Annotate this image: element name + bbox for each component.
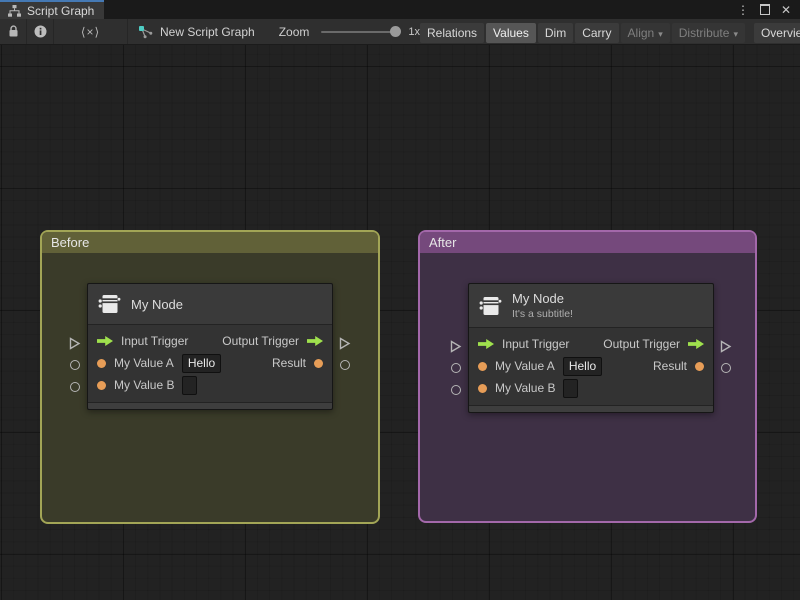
align-label: Align <box>627 25 655 40</box>
align-menu[interactable]: Align ▾ <box>620 22 670 43</box>
graph-name-label: New Script Graph <box>160 24 255 39</box>
flow-output-port[interactable] <box>307 336 323 346</box>
value-input-port[interactable] <box>97 358 106 368</box>
port-row-value-a: My Value A Hello Result <box>97 352 323 374</box>
node-my-node-before[interactable]: My Node Input Trigger Output Trigger My … <box>69 283 351 410</box>
close-icon[interactable]: ✕ <box>781 4 791 16</box>
script-graph-window: Script Graph ⋮ ✕ ⟨×⟩ New Script Graph Zo… <box>0 0 800 600</box>
dim-button[interactable]: Dim <box>537 22 574 43</box>
node-my-node-after[interactable]: My Node It's a subtitle! Input Trigger O… <box>450 283 732 413</box>
chevron-down-icon: ▾ <box>733 28 738 39</box>
external-flow-input[interactable] <box>450 340 462 353</box>
value-output-port[interactable] <box>695 361 704 371</box>
external-flow-output[interactable] <box>720 340 732 353</box>
zoom-slider[interactable] <box>321 26 402 37</box>
lock-icon <box>9 25 17 37</box>
toolbar-main: New Script Graph Zoom 1x Relations Value… <box>128 19 800 44</box>
node-body: Input Trigger Output Trigger My Value A … <box>469 328 713 401</box>
tab-bar: Script Graph ⋮ ✕ <box>0 0 800 19</box>
lock-button[interactable] <box>0 19 26 44</box>
flow-output-port[interactable] <box>688 339 704 349</box>
relations-button[interactable]: Relations <box>420 22 485 43</box>
group-before-title[interactable]: Before <box>42 232 378 253</box>
zoom-control: Zoom 1x <box>279 25 420 39</box>
external-flow-output[interactable] <box>339 337 351 350</box>
value-input-port[interactable] <box>478 383 487 393</box>
result-label: Result <box>652 359 687 373</box>
distribute-menu[interactable]: Distribute ▾ <box>671 22 745 43</box>
external-value-output[interactable] <box>340 360 350 370</box>
graph-canvas[interactable]: Before After My Node Input Trigger Outpu… <box>0 45 800 600</box>
unit-icon <box>98 295 121 313</box>
value-input-port[interactable] <box>478 361 487 371</box>
node-title: My Node <box>131 296 184 312</box>
value-input-port[interactable] <box>97 380 106 390</box>
script-graph-icon <box>139 25 153 38</box>
info-icon <box>34 25 46 38</box>
node-footer <box>88 402 332 409</box>
external-value-output[interactable] <box>721 363 731 373</box>
maximize-icon[interactable] <box>759 4 770 15</box>
output-trigger-label: Output Trigger <box>222 334 299 348</box>
value-a-input[interactable]: Hello <box>181 353 222 373</box>
menu-icon[interactable]: ⋮ <box>737 4 749 16</box>
external-value-input[interactable] <box>451 363 461 373</box>
info-button[interactable] <box>27 19 53 44</box>
tab-script-graph[interactable]: Script Graph <box>0 0 105 19</box>
value-a-label: My Value A <box>495 359 555 373</box>
toolbar-left-icons: ⟨×⟩ <box>0 19 127 44</box>
port-row-value-b: My Value B <box>478 377 704 399</box>
overview-button[interactable]: Overview <box>753 22 800 43</box>
node-header[interactable]: My Node It's a subtitle! <box>469 284 713 328</box>
tab-title: Script Graph <box>27 3 95 18</box>
node-subtitle: It's a subtitle! <box>512 308 573 320</box>
external-value-input[interactable] <box>70 360 80 370</box>
value-a-label: My Value A <box>114 356 174 370</box>
chevron-down-icon: ▾ <box>658 28 663 39</box>
node-header[interactable]: My Node <box>88 284 332 325</box>
distribute-label: Distribute <box>678 25 730 40</box>
window-controls: ⋮ ✕ <box>737 0 800 19</box>
flow-input-port[interactable] <box>478 339 494 349</box>
value-b-label: My Value B <box>495 381 556 395</box>
graph-hierarchy-icon <box>8 4 21 17</box>
zoom-slider-handle[interactable] <box>390 26 402 37</box>
output-trigger-label: Output Trigger <box>603 337 680 351</box>
unit-icon <box>479 296 502 315</box>
node-body: Input Trigger Output Trigger My Value A … <box>88 325 332 398</box>
external-value-input[interactable] <box>451 385 461 395</box>
toolbar-toggles: Relations Values Dim Carry Align ▾ Distri… <box>420 19 800 44</box>
value-output-port[interactable] <box>314 358 323 368</box>
port-row-trigger: Input Trigger Output Trigger <box>478 333 704 355</box>
port-row-trigger: Input Trigger Output Trigger <box>97 330 323 352</box>
port-row-value-a: My Value A Hello Result <box>478 355 704 377</box>
carry-button[interactable]: Carry <box>575 22 619 43</box>
values-button[interactable]: Values <box>486 22 536 43</box>
flow-input-port[interactable] <box>97 336 113 346</box>
external-value-input[interactable] <box>70 382 80 392</box>
graph-toolbar: ⟨×⟩ New Script Graph Zoom 1x Relations V… <box>0 19 800 45</box>
code-view-button[interactable]: ⟨×⟩ <box>54 19 127 44</box>
port-row-value-b: My Value B <box>97 374 323 396</box>
value-a-input[interactable]: Hello <box>562 356 603 376</box>
zoom-label: Zoom <box>278 24 310 39</box>
node-title: My Node <box>512 291 565 306</box>
value-b-input[interactable] <box>182 375 198 395</box>
external-flow-input[interactable] <box>69 337 81 350</box>
input-trigger-label: Input Trigger <box>121 334 189 348</box>
zoom-value: 1x <box>408 25 421 38</box>
value-b-input[interactable] <box>563 378 579 398</box>
input-trigger-label: Input Trigger <box>502 337 570 351</box>
code-icon: ⟨×⟩ <box>80 24 101 39</box>
value-b-label: My Value B <box>114 378 175 392</box>
node-footer <box>469 405 713 412</box>
result-label: Result <box>271 356 306 370</box>
group-after-title[interactable]: After <box>420 232 755 253</box>
graph-name-button[interactable]: New Script Graph <box>138 25 255 39</box>
